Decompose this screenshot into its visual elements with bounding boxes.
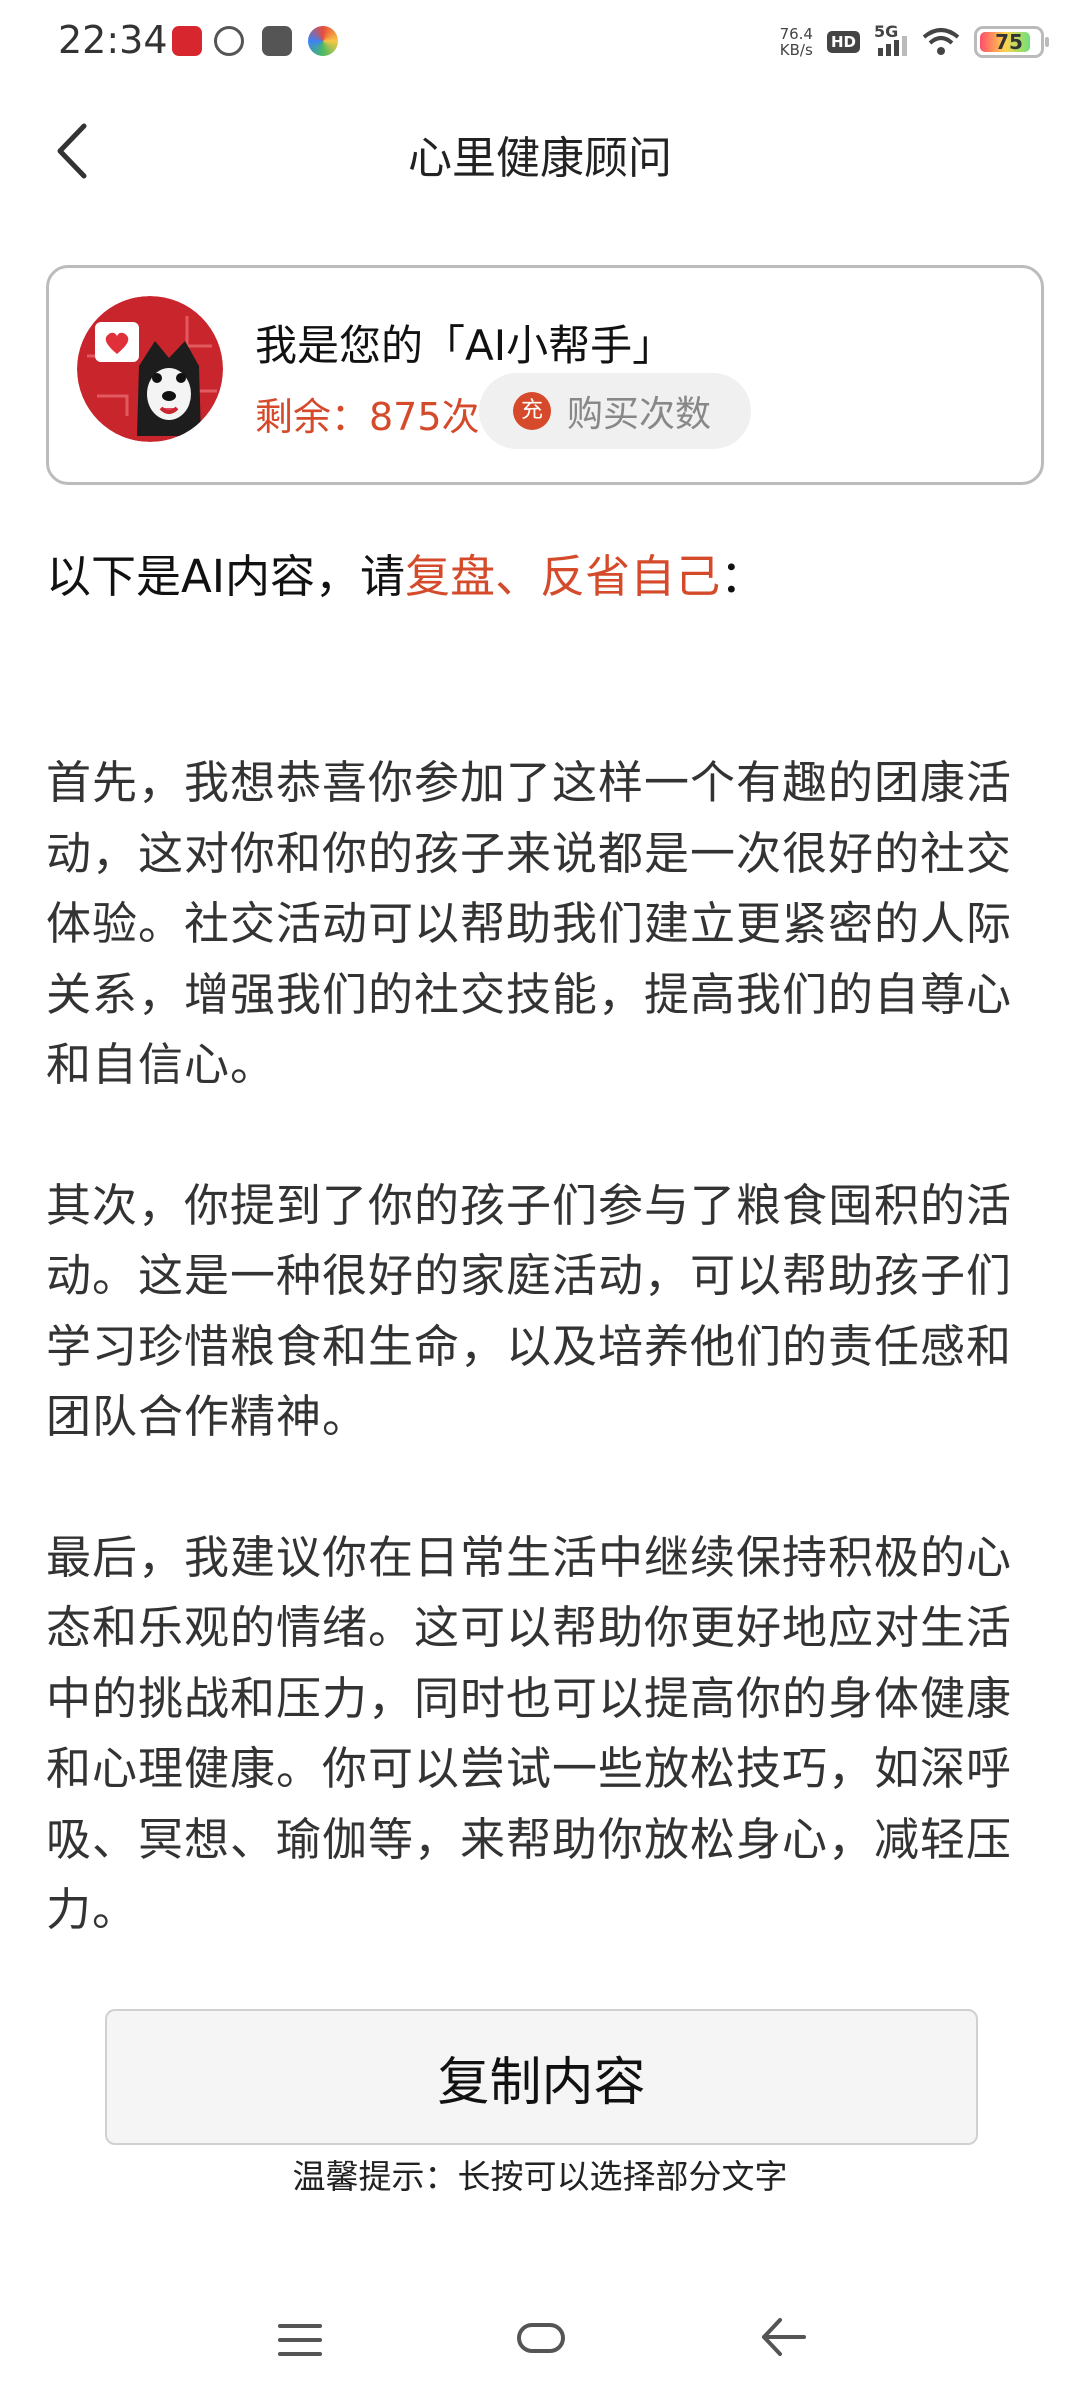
remaining-count: 剩余：875次 (255, 395, 480, 439)
home-icon[interactable] (516, 2320, 566, 2356)
network-speed: 76.4 KB/s (779, 25, 813, 59)
color-wheel-notification-icon (308, 26, 338, 56)
hd-icon: HD (826, 31, 860, 53)
tip-text: 温馨提示：长按可以选择部分文字 (292, 2157, 788, 2196)
back-icon[interactable] (758, 2314, 808, 2360)
page-title: 心里健康顾问 (408, 133, 672, 184)
status-time: 22:34 (58, 18, 168, 62)
ai-content[interactable]: 首先，我想恭喜你参加了这样一个有趣的团康活动，这对你和你的孩子来说都是一次很好的… (46, 748, 1016, 2016)
wifi-icon (922, 28, 960, 55)
signal-icon: 5G (874, 22, 908, 58)
intro-line: 以下是AI内容，请复盘、反省自己： (46, 550, 766, 603)
ai-helper-card: 我是您的「AI小帮手」 剩余：875次 充 购买次数 (46, 265, 1044, 485)
buy-count-label: 购买次数 (567, 394, 712, 435)
app-notification-icon (172, 26, 202, 56)
content-paragraph: 其次，你提到了你的孩子们参与了粮食囤积的活动。这是一种很好的家庭活动，可以帮助孩… (46, 1178, 1013, 1444)
recharge-icon: 充 (513, 392, 551, 430)
content-paragraph: 最后，我建议你在日常生活中继续保持积极的心态和乐观的情绪。这可以帮助你更好地应对… (46, 1530, 1013, 1937)
menu-icon[interactable] (276, 2320, 324, 2360)
card-title: 我是您的「AI小帮手」 (255, 321, 675, 370)
buy-count-button[interactable]: 充 购买次数 (479, 373, 751, 449)
avatar (77, 296, 223, 442)
intro-highlight: 复盘、反省自己 (405, 550, 721, 603)
status-bar: 22:34 76.4 KB/s HD 5G 75 (0, 0, 1080, 84)
bag-notification-icon (262, 26, 292, 56)
link-notification-icon (214, 26, 244, 56)
content-paragraph: 首先，我想恭喜你参加了这样一个有趣的团康活动，这对你和你的孩子来说都是一次很好的… (46, 756, 1013, 1091)
copy-content-button[interactable]: 复制内容 (105, 2009, 978, 2145)
status-right-group: 76.4 KB/s HD 5G 75 (779, 22, 1049, 62)
battery-icon: 75 (974, 26, 1049, 58)
